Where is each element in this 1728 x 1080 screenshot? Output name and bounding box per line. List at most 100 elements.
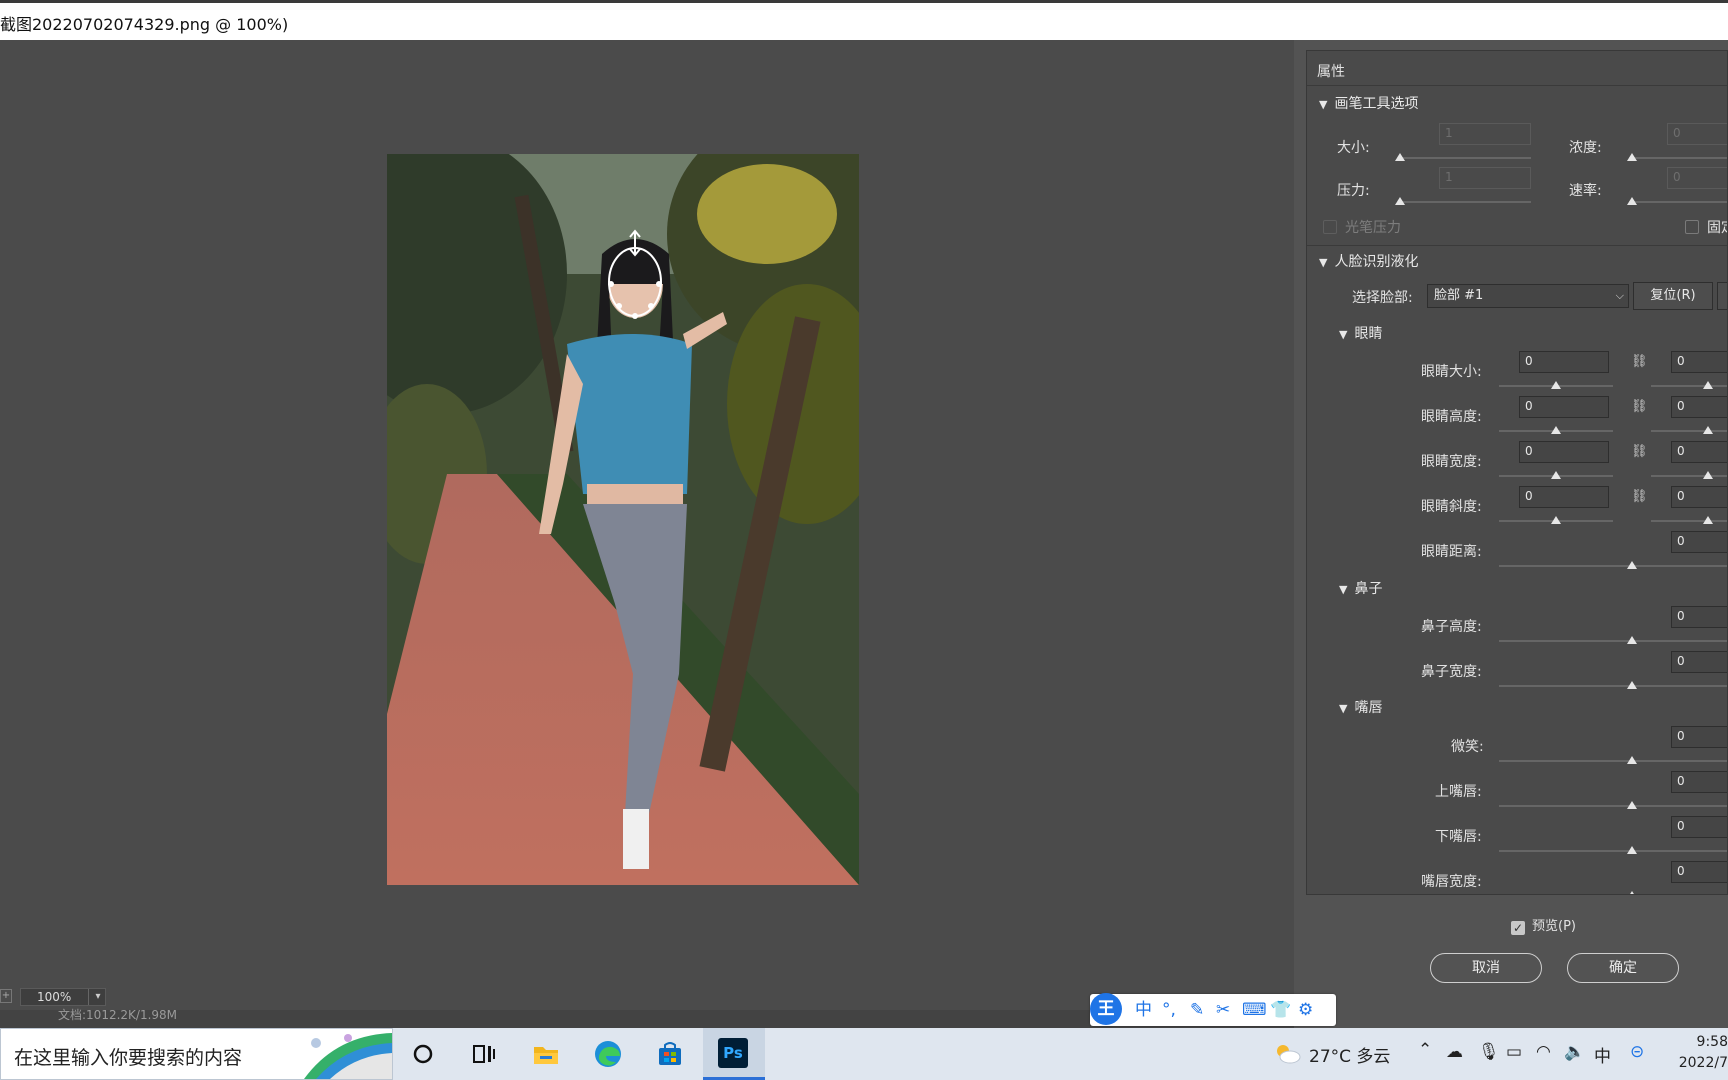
select-face-dropdown[interactable]: 脸部 #1 ⌵ xyxy=(1427,284,1629,308)
brush-pressure-thumb[interactable] xyxy=(1395,197,1405,205)
eye-height-right-slider[interactable] xyxy=(1651,430,1727,432)
smile-slider[interactable] xyxy=(1499,760,1727,762)
brush-pressure-slider[interactable] xyxy=(1397,201,1531,203)
handwriting-pen-icon[interactable]: ✎ xyxy=(1190,999,1204,1021)
volume-icon[interactable]: 🔈 xyxy=(1564,1042,1585,1062)
upper-lip-slider[interactable] xyxy=(1499,805,1727,807)
zoom-toggle-icon[interactable]: + xyxy=(0,989,12,1003)
scissors-icon[interactable]: ✂ xyxy=(1216,999,1230,1021)
brush-size-input[interactable]: 1 xyxy=(1439,123,1531,145)
gear-icon[interactable]: ⚙ xyxy=(1298,999,1313,1021)
subsection-eyes[interactable]: ▼ 眼睛 xyxy=(1339,323,1382,343)
section-face-aware-liquify[interactable]: ▼ 人脸识别液化 xyxy=(1319,251,1418,271)
wifi-icon[interactable]: ◠ xyxy=(1536,1042,1551,1062)
upper-lip-thumb[interactable] xyxy=(1627,801,1637,809)
battery-icon[interactable]: ▭ xyxy=(1506,1042,1522,1062)
eye-size-left-thumb[interactable] xyxy=(1551,381,1561,389)
ime-language-toggle[interactable]: 中 xyxy=(1135,999,1152,1021)
chevron-down-icon[interactable]: ▾ xyxy=(88,989,107,1005)
subsection-mouth[interactable]: ▼ 嘴唇 xyxy=(1339,697,1382,717)
reset-button[interactable]: 复位(R) xyxy=(1633,282,1713,310)
link-chain-icon[interactable]: ⛓ xyxy=(1631,488,1648,506)
lower-lip-input[interactable]: 0 xyxy=(1671,816,1727,838)
nose-width-input[interactable]: 0 xyxy=(1671,651,1727,673)
punctuation-icon[interactable]: °, xyxy=(1162,999,1176,1021)
photoshop-icon: Ps xyxy=(718,1038,748,1068)
smile-thumb[interactable] xyxy=(1627,756,1637,764)
preview-checkbox[interactable]: ✓ xyxy=(1511,921,1525,935)
brush-size-slider[interactable] xyxy=(1397,157,1531,159)
ime-logo[interactable]: 王 xyxy=(1090,993,1122,1025)
nose-height-thumb[interactable] xyxy=(1627,636,1637,644)
eye-tilt-right-thumb[interactable] xyxy=(1703,516,1713,524)
stylus-pressure-checkbox[interactable] xyxy=(1323,220,1337,234)
brush-density-input[interactable]: 0 xyxy=(1667,123,1727,145)
eye-height-right-input[interactable]: 0 xyxy=(1671,396,1727,418)
upper-lip-input[interactable]: 0 xyxy=(1671,771,1727,793)
lower-lip-thumb[interactable] xyxy=(1627,846,1637,854)
preview-toggle[interactable]: ✓ 预览(P) xyxy=(1511,915,1576,935)
eye-tilt-left-thumb[interactable] xyxy=(1551,516,1561,524)
eye-tilt-right-input[interactable]: 0 xyxy=(1671,486,1727,508)
chevron-up-icon[interactable]: ⌃ xyxy=(1418,1040,1432,1060)
link-chain-icon[interactable]: ⛓ xyxy=(1631,353,1648,371)
file-explorer-icon[interactable] xyxy=(528,1036,564,1072)
nose-width-thumb[interactable] xyxy=(1627,681,1637,689)
eye-size-left-input[interactable]: 0 xyxy=(1519,351,1609,373)
skin-shirt-icon[interactable]: 👕 xyxy=(1270,999,1291,1021)
eye-height-left-thumb[interactable] xyxy=(1551,426,1561,434)
eye-distance-input[interactable]: 0 xyxy=(1671,531,1727,553)
brush-rate-thumb[interactable] xyxy=(1627,197,1637,205)
onedrive-cloud-icon[interactable]: ☁ xyxy=(1446,1042,1463,1062)
eye-size-right-slider[interactable] xyxy=(1651,385,1727,387)
eye-distance-thumb[interactable] xyxy=(1627,561,1637,569)
weather-cloud-icon[interactable] xyxy=(1272,1040,1302,1071)
ime-indicator[interactable]: 中 xyxy=(1594,1042,1611,1067)
mouth-width-input[interactable]: 0 xyxy=(1671,861,1727,883)
nose-height-slider[interactable] xyxy=(1499,640,1727,642)
nose-height-input[interactable]: 0 xyxy=(1671,606,1727,628)
photoshop-taskbar-item[interactable]: Ps xyxy=(703,1028,765,1080)
mouth-width-thumb[interactable] xyxy=(1627,891,1637,894)
lower-lip-slider[interactable] xyxy=(1499,850,1727,852)
eye-height-right-thumb[interactable] xyxy=(1703,426,1713,434)
subsection-nose[interactable]: ▼ 鼻子 xyxy=(1339,578,1382,598)
store-icon[interactable] xyxy=(652,1036,688,1072)
eye-width-left-input[interactable]: 0 xyxy=(1519,441,1609,463)
smile-input[interactable]: 0 xyxy=(1671,726,1727,748)
cortana-icon[interactable] xyxy=(405,1036,441,1072)
eye-height-left-input[interactable]: 0 xyxy=(1519,396,1609,418)
eye-width-left-thumb[interactable] xyxy=(1551,471,1561,479)
brush-density-slider[interactable] xyxy=(1629,157,1727,159)
ime-tray-icon[interactable]: ⊝ xyxy=(1630,1042,1644,1062)
clock[interactable]: 9:58 2022/7 xyxy=(1676,1032,1728,1074)
eye-distance-slider[interactable] xyxy=(1499,565,1727,567)
eye-tilt-left-input[interactable]: 0 xyxy=(1519,486,1609,508)
section-brush-options[interactable]: ▼ 画笔工具选项 xyxy=(1319,93,1418,113)
pin-edges-checkbox[interactable] xyxy=(1685,220,1699,234)
microphone-icon[interactable]: 🎙 xyxy=(1478,1042,1500,1062)
brush-size-thumb[interactable] xyxy=(1395,153,1405,161)
edge-browser-icon[interactable] xyxy=(590,1036,626,1072)
photo-canvas[interactable] xyxy=(387,154,859,885)
eye-tilt-right-slider[interactable] xyxy=(1651,520,1727,522)
brush-density-thumb[interactable] xyxy=(1627,153,1637,161)
link-chain-icon[interactable]: ⛓ xyxy=(1631,398,1648,416)
taskbar-search[interactable]: 在这里输入你要搜索的内容 xyxy=(0,1028,393,1080)
task-view-icon[interactable] xyxy=(466,1036,502,1072)
eye-width-right-input[interactable]: 0 xyxy=(1671,441,1727,463)
nose-width-slider[interactable] xyxy=(1499,685,1727,687)
weather-text[interactable]: 27°C 多云 xyxy=(1309,1042,1390,1067)
ok-button[interactable]: 确定 xyxy=(1567,953,1679,983)
brush-pressure-input[interactable]: 1 xyxy=(1439,167,1531,189)
eye-size-right-input[interactable]: 0 xyxy=(1671,351,1727,373)
all-button[interactable] xyxy=(1717,282,1727,310)
eye-width-right-thumb[interactable] xyxy=(1703,471,1713,479)
brush-rate-input[interactable]: 0 xyxy=(1667,167,1727,189)
eye-width-right-slider[interactable] xyxy=(1651,475,1727,477)
brush-rate-slider[interactable] xyxy=(1629,201,1727,203)
eye-size-right-thumb[interactable] xyxy=(1703,381,1713,389)
keyboard-icon[interactable]: ⌨ xyxy=(1242,999,1267,1021)
link-chain-icon[interactable]: ⛓ xyxy=(1631,443,1648,461)
cancel-button[interactable]: 取消 xyxy=(1430,953,1542,983)
